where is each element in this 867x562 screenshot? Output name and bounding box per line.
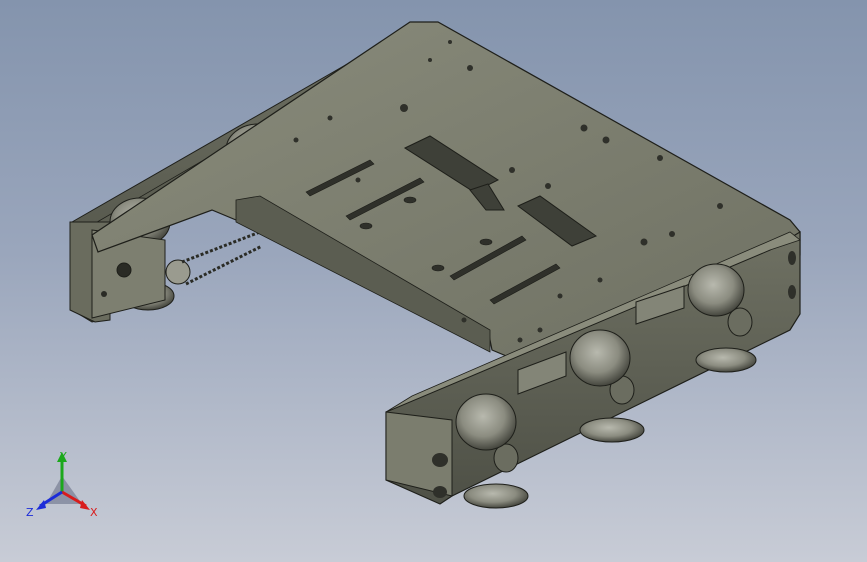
wheel (569, 329, 631, 387)
drive-chain (165, 230, 263, 286)
x-axis-label: X (90, 506, 98, 519)
axis-triad[interactable]: Y X Z (24, 446, 110, 522)
wheel (455, 393, 517, 451)
y-axis-label: Y (59, 450, 67, 463)
wheel (695, 347, 757, 373)
z-axis-label: Z (26, 506, 34, 519)
wheel (687, 263, 745, 317)
cad-viewport[interactable] (0, 0, 867, 562)
wheel (463, 483, 529, 509)
x-axis-arrow (80, 500, 90, 510)
wheel (579, 417, 645, 443)
